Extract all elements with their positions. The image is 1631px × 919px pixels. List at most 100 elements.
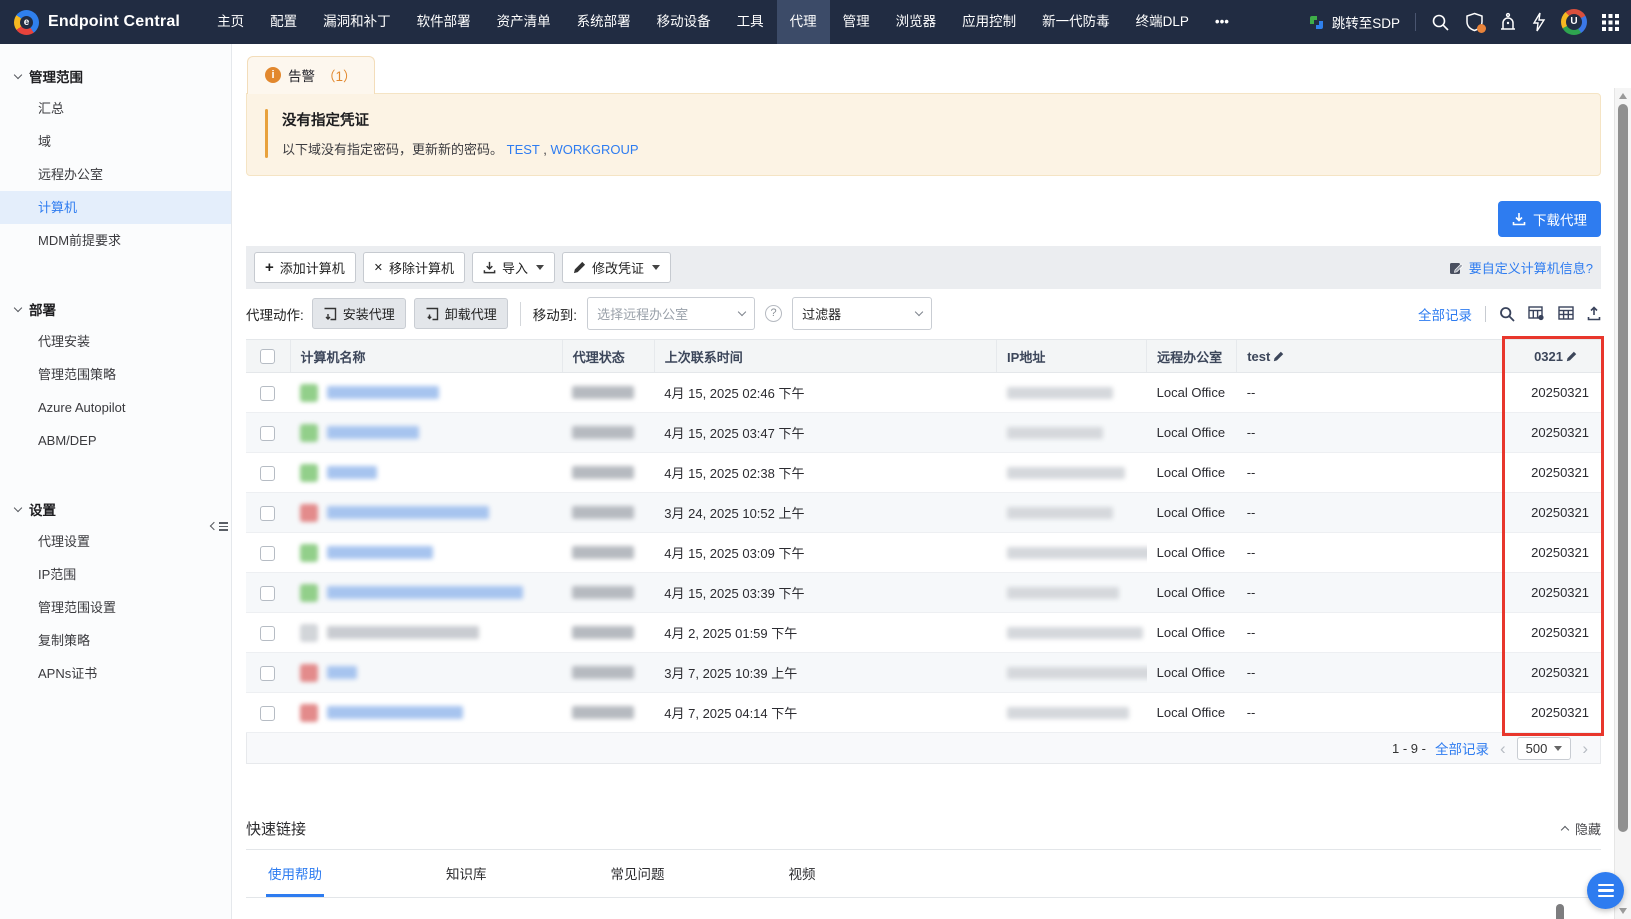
security-shield-icon[interactable] (1465, 12, 1484, 32)
sidebar-item-0-2[interactable]: 远程办公室 (0, 158, 231, 191)
column-header-3[interactable]: IP地址 (997, 340, 1147, 373)
nav-item-13[interactable]: 终端DLP (1123, 0, 1202, 44)
edit-column-icon[interactable] (1566, 351, 1577, 362)
nav-item-9[interactable]: 管理 (830, 0, 883, 44)
hide-quick-links-button[interactable]: 隐藏 (1562, 819, 1601, 838)
modify-credentials-button[interactable]: 修改凭证 (562, 252, 671, 283)
jump-to-sdp-link[interactable]: 跳转至SDP (1308, 12, 1400, 32)
computer-name-redacted[interactable] (327, 426, 419, 439)
nav-item-4[interactable]: 资产清单 (484, 0, 564, 44)
add-computer-button[interactable]: + 添加计算机 (254, 252, 356, 283)
quick-actions-bolt-icon[interactable] (1532, 12, 1546, 32)
nav-item-12[interactable]: 新一代防毒 (1029, 0, 1123, 44)
nav-item-2[interactable]: 漏洞和补丁 (310, 0, 404, 44)
column-header-1[interactable]: 代理状态 (562, 340, 654, 373)
sidebar-item-2-1[interactable]: IP范围 (0, 558, 231, 591)
computer-name-redacted[interactable] (327, 706, 463, 719)
pagination-all-records-link[interactable]: 全部记录 (1435, 738, 1489, 758)
sidebar-item-0-3[interactable]: 计算机 (0, 191, 231, 224)
next-page-icon[interactable]: › (1580, 740, 1590, 757)
apps-grid-icon[interactable] (1602, 14, 1619, 31)
computer-name-redacted[interactable] (327, 626, 479, 639)
sidebar-item-2-4[interactable]: APNs证书 (0, 657, 231, 690)
row-checkbox[interactable] (260, 626, 275, 641)
browser-scrollbar[interactable] (1614, 88, 1631, 919)
all-records-link[interactable]: 全部记录 (1418, 304, 1472, 324)
nav-item-8[interactable]: 代理 (777, 0, 830, 44)
remove-computer-button[interactable]: ✕ 移除计算机 (363, 252, 465, 283)
nav-item-5[interactable]: 系统部署 (564, 0, 644, 44)
computer-name-redacted[interactable] (327, 466, 377, 479)
computer-name-redacted[interactable] (327, 666, 357, 679)
floating-menu-button[interactable] (1587, 872, 1624, 909)
alert-domain-link-1[interactable]: WORKGROUP (550, 142, 638, 157)
table-search-icon[interactable] (1499, 306, 1515, 322)
nav-item-14[interactable]: ••• (1202, 0, 1242, 44)
column-header-5[interactable]: test (1237, 340, 1504, 373)
table-view-icon[interactable] (1558, 306, 1574, 321)
sidebar-item-2-0[interactable]: 代理设置 (0, 525, 231, 558)
agent-scanner-icon[interactable] (1499, 12, 1517, 32)
row-checkbox[interactable] (260, 466, 275, 481)
uems-logo-icon[interactable]: U (1561, 9, 1587, 35)
sidebar-item-0-0[interactable]: 汇总 (0, 92, 231, 125)
row-checkbox[interactable] (260, 506, 275, 521)
nav-item-7[interactable]: 工具 (724, 0, 777, 44)
row-checkbox[interactable] (260, 706, 275, 721)
sidebar-collapse-button[interactable] (211, 522, 228, 531)
remote-office-select[interactable]: 选择远程办公室 (587, 297, 755, 330)
column-header-6[interactable]: 0321 (1504, 340, 1601, 373)
page-size-select[interactable]: 500 (1517, 737, 1572, 760)
nav-item-6[interactable]: 移动设备 (644, 0, 724, 44)
select-all-checkbox[interactable] (260, 349, 275, 364)
import-button[interactable]: 导入 (472, 252, 555, 283)
scroll-up-arrow-icon[interactable] (1619, 93, 1627, 99)
filter-select[interactable]: 过滤器 (792, 297, 932, 330)
row-checkbox[interactable] (260, 386, 275, 401)
quick-links-tab-3[interactable]: 视频 (787, 850, 818, 897)
column-header-0[interactable]: 计算机名称 (290, 340, 562, 373)
row-checkbox[interactable] (260, 666, 275, 681)
prev-page-icon[interactable]: ‹ (1498, 740, 1508, 757)
sidebar-item-0-4[interactable]: MDM前提要求 (0, 224, 231, 257)
nav-item-1[interactable]: 配置 (257, 0, 310, 44)
export-icon[interactable] (1587, 306, 1601, 321)
nav-item-11[interactable]: 应用控制 (949, 0, 1029, 44)
scroll-down-arrow-icon[interactable] (1619, 908, 1627, 914)
row-checkbox[interactable] (260, 546, 275, 561)
sidebar-item-1-3[interactable]: ABM/DEP (0, 424, 231, 457)
nav-item-0[interactable]: 主页 (204, 0, 257, 44)
computer-name-redacted[interactable] (327, 386, 439, 399)
sidebar-item-1-2[interactable]: Azure Autopilot (0, 391, 231, 424)
sidebar-item-1-0[interactable]: 代理安装 (0, 325, 231, 358)
computer-name-redacted[interactable] (327, 586, 523, 599)
sidebar-item-2-2[interactable]: 管理范围设置 (0, 591, 231, 624)
quick-links-tab-1[interactable]: 知识库 (444, 850, 489, 897)
faq-scrollbar-thumb[interactable] (1556, 904, 1564, 919)
sidebar-item-2-3[interactable]: 复制策略 (0, 624, 231, 657)
nav-item-10[interactable]: 浏览器 (883, 0, 950, 44)
column-header-4[interactable]: 远程办公室 (1147, 340, 1237, 373)
sidebar-item-0-1[interactable]: 域 (0, 125, 231, 158)
nav-item-3[interactable]: 软件部署 (404, 0, 484, 44)
scrollbar-thumb[interactable] (1618, 104, 1628, 832)
sidebar-item-1-1[interactable]: 管理范围策略 (0, 358, 231, 391)
computer-name-redacted[interactable] (327, 546, 433, 559)
column-settings-icon[interactable] (1528, 306, 1545, 321)
column-header-2[interactable]: 上次联系时间 (654, 340, 996, 373)
quick-links-tab-2[interactable]: 常见问题 (609, 850, 667, 897)
sidebar-section-title-0[interactable]: 管理范围 (0, 60, 231, 92)
search-icon[interactable] (1431, 13, 1450, 32)
quick-links-tab-0[interactable]: 使用帮助 (266, 850, 324, 897)
edit-column-icon[interactable] (1273, 351, 1284, 362)
row-checkbox[interactable] (260, 586, 275, 601)
uninstall-agent-button[interactable]: 卸载代理 (414, 298, 508, 329)
row-checkbox[interactable] (260, 426, 275, 441)
sidebar-section-title-1[interactable]: 部署 (0, 293, 231, 325)
sidebar-section-title-2[interactable]: 设置 (0, 493, 231, 525)
alert-tab[interactable]: i 告警 （1） (247, 56, 375, 94)
help-icon[interactable]: ? (765, 305, 782, 322)
alert-domain-link-0[interactable]: TEST (507, 142, 540, 157)
computer-name-redacted[interactable] (327, 506, 489, 519)
download-agent-button[interactable]: 下载代理 (1498, 201, 1601, 237)
